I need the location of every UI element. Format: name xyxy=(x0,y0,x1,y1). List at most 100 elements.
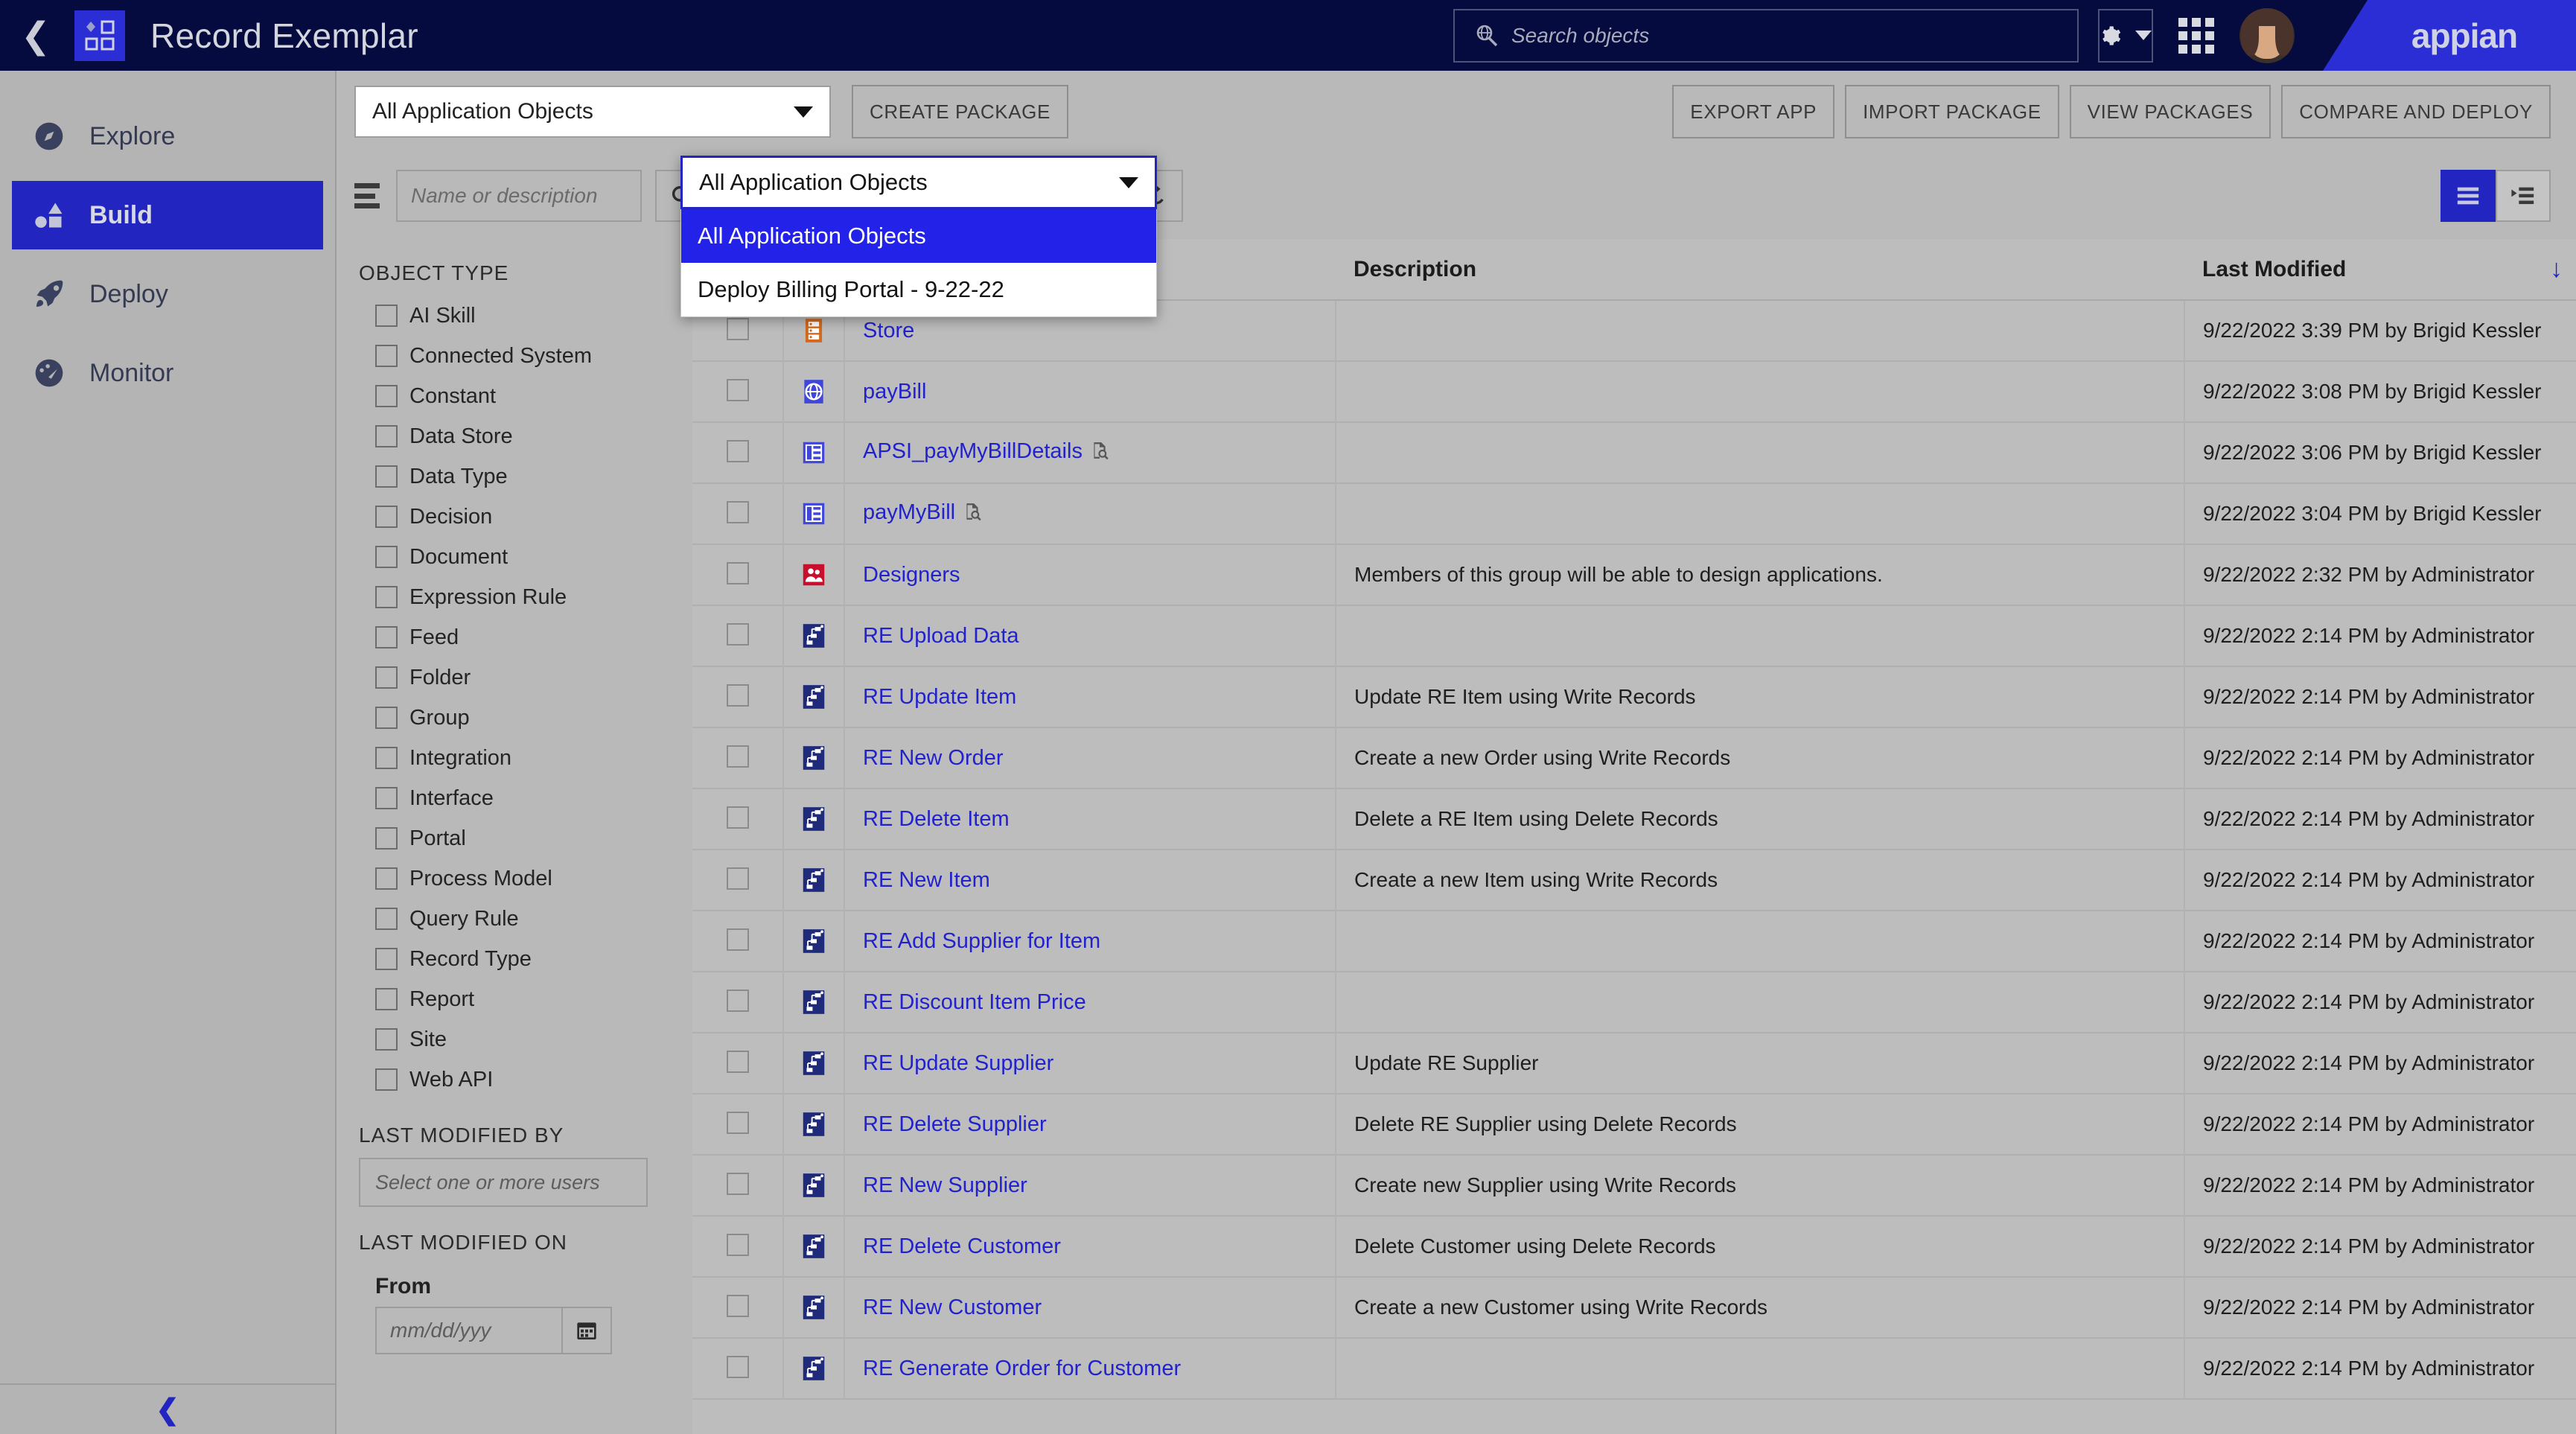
row-checkbox[interactable] xyxy=(726,867,749,890)
object-type-filter-item[interactable]: Group xyxy=(359,698,692,738)
object-type-filter-item[interactable]: Report xyxy=(359,979,692,1019)
object-type-filter-item[interactable]: Feed xyxy=(359,617,692,657)
object-type-filter-item[interactable]: Portal xyxy=(359,818,692,858)
checkbox[interactable] xyxy=(375,707,398,729)
checkbox[interactable] xyxy=(375,666,398,689)
object-type-filter-item[interactable]: Document xyxy=(359,537,692,577)
application-select[interactable]: All Application Objects xyxy=(354,86,831,138)
from-date-picker-button[interactable] xyxy=(561,1307,612,1354)
application-dropdown-option[interactable]: All Application Objects xyxy=(681,209,1156,263)
object-type-filter-item[interactable]: Query Rule xyxy=(359,899,692,939)
row-checkbox[interactable] xyxy=(726,806,749,829)
checkbox[interactable] xyxy=(375,1028,398,1051)
row-checkbox[interactable] xyxy=(726,561,749,584)
row-checkbox[interactable] xyxy=(726,439,749,462)
checkbox[interactable] xyxy=(375,546,398,568)
object-type-filter-item[interactable]: Record Type xyxy=(359,939,692,979)
checkbox[interactable] xyxy=(375,586,398,608)
name-description-search-input[interactable]: Name or description xyxy=(396,170,642,222)
object-name-link[interactable]: Store xyxy=(845,319,914,342)
object-name-link[interactable]: RE Update Item xyxy=(845,685,1016,709)
object-type-filter-item[interactable]: Integration xyxy=(359,738,692,778)
checkbox[interactable] xyxy=(375,385,398,407)
checkbox[interactable] xyxy=(375,908,398,930)
sidebar-item-monitor[interactable]: Monitor xyxy=(12,339,323,407)
object-type-filter-item[interactable]: Process Model xyxy=(359,858,692,899)
column-header-description[interactable]: Description xyxy=(1336,239,2184,301)
checkbox[interactable] xyxy=(375,787,398,809)
sidebar-item-explore[interactable]: Explore xyxy=(12,102,323,171)
row-checkbox[interactable] xyxy=(726,928,749,951)
object-type-filter-item[interactable]: Connected System xyxy=(359,336,692,376)
view-packages-button[interactable]: VIEW PACKAGES xyxy=(2069,85,2271,138)
object-name-link[interactable]: payBill xyxy=(845,380,926,404)
row-checkbox[interactable] xyxy=(726,1233,749,1256)
object-name-link[interactable]: RE Add Supplier for Item xyxy=(845,929,1100,953)
object-name-link[interactable]: RE New Customer xyxy=(845,1296,1042,1319)
object-type-filter-item[interactable]: Site xyxy=(359,1019,692,1059)
import-package-button[interactable]: IMPORT PACKAGE xyxy=(1845,85,2059,138)
collapse-sidebar-button[interactable]: ❮ xyxy=(0,1383,335,1434)
preview-document-icon[interactable] xyxy=(1090,441,1109,460)
object-type-filter-item[interactable]: Interface xyxy=(359,778,692,818)
object-name-link[interactable]: RE Discount Item Price xyxy=(845,990,1086,1014)
row-checkbox[interactable] xyxy=(726,745,749,768)
list-view-button[interactable] xyxy=(2440,170,2496,222)
object-name-link[interactable]: RE Generate Order for Customer xyxy=(845,1357,1181,1380)
object-type-filter-item[interactable]: Data Store xyxy=(359,416,692,456)
row-checkbox[interactable] xyxy=(726,989,749,1012)
object-type-filter-item[interactable]: Data Type xyxy=(359,456,692,497)
object-type-filter-item[interactable]: Constant xyxy=(359,376,692,416)
object-type-filter-item[interactable]: Expression Rule xyxy=(359,577,692,617)
row-checkbox[interactable] xyxy=(726,500,749,523)
object-name-link[interactable]: RE Update Supplier xyxy=(845,1051,1053,1075)
checkbox[interactable] xyxy=(375,626,398,649)
row-checkbox[interactable] xyxy=(726,1111,749,1134)
row-checkbox[interactable] xyxy=(726,378,749,401)
row-checkbox[interactable] xyxy=(726,683,749,707)
apps-button[interactable] xyxy=(2172,12,2220,60)
object-name-link[interactable]: Designers xyxy=(845,563,960,587)
search-input[interactable]: Search objects xyxy=(1453,8,2079,63)
checkbox[interactable] xyxy=(375,867,398,890)
preview-button[interactable] xyxy=(963,502,982,527)
checkbox[interactable] xyxy=(375,747,398,769)
object-name-link[interactable]: RE New Item xyxy=(845,868,990,892)
object-type-filter-item[interactable]: AI Skill xyxy=(359,296,692,336)
object-name-link[interactable]: RE Delete Customer xyxy=(845,1234,1061,1258)
application-dropdown-field[interactable]: All Application Objects xyxy=(680,156,1157,209)
object-name-link[interactable]: RE Delete Item xyxy=(845,807,1010,831)
object-type-filter-item[interactable]: Folder xyxy=(359,657,692,698)
row-checkbox[interactable] xyxy=(726,1172,749,1195)
checkbox[interactable] xyxy=(375,948,398,970)
checkbox[interactable] xyxy=(375,506,398,528)
last-modified-by-input[interactable]: Select one or more users xyxy=(359,1158,648,1207)
checkbox[interactable] xyxy=(375,988,398,1010)
object-name-link[interactable]: RE Delete Supplier xyxy=(845,1112,1047,1136)
back-button[interactable]: ❮ xyxy=(0,0,71,71)
sidebar-item-build[interactable]: Build xyxy=(12,181,323,249)
object-type-filter-item[interactable]: Decision xyxy=(359,497,692,537)
checkbox[interactable] xyxy=(375,425,398,447)
application-dropdown-option[interactable]: Deploy Billing Portal - 9-22-22 xyxy=(681,263,1156,316)
object-name-link[interactable]: RE Upload Data xyxy=(845,624,1019,648)
column-header-last-modified[interactable]: Last Modified ↓ xyxy=(2184,239,2576,301)
object-type-filter-item[interactable]: Web API xyxy=(359,1059,692,1100)
compare-and-deploy-button[interactable]: COMPARE AND DEPLOY xyxy=(2281,85,2551,138)
create-package-button[interactable]: CREATE PACKAGE xyxy=(852,85,1068,138)
from-date-input[interactable]: mm/dd/yyy xyxy=(375,1307,561,1354)
row-checkbox[interactable] xyxy=(726,1050,749,1073)
checkbox[interactable] xyxy=(375,827,398,850)
settings-button[interactable] xyxy=(2098,8,2153,63)
export-app-button[interactable]: EXPORT APP xyxy=(1672,85,1835,138)
row-checkbox[interactable] xyxy=(726,317,749,340)
object-name-link[interactable]: RE New Order xyxy=(845,746,1004,770)
detail-view-button[interactable] xyxy=(2496,170,2551,222)
checkbox[interactable] xyxy=(375,345,398,367)
row-checkbox[interactable] xyxy=(726,622,749,646)
preview-document-icon[interactable] xyxy=(963,502,982,521)
checkbox[interactable] xyxy=(375,305,398,327)
sidebar-item-deploy[interactable]: Deploy xyxy=(12,260,323,328)
avatar[interactable] xyxy=(2239,7,2295,63)
checkbox[interactable] xyxy=(375,1068,398,1091)
